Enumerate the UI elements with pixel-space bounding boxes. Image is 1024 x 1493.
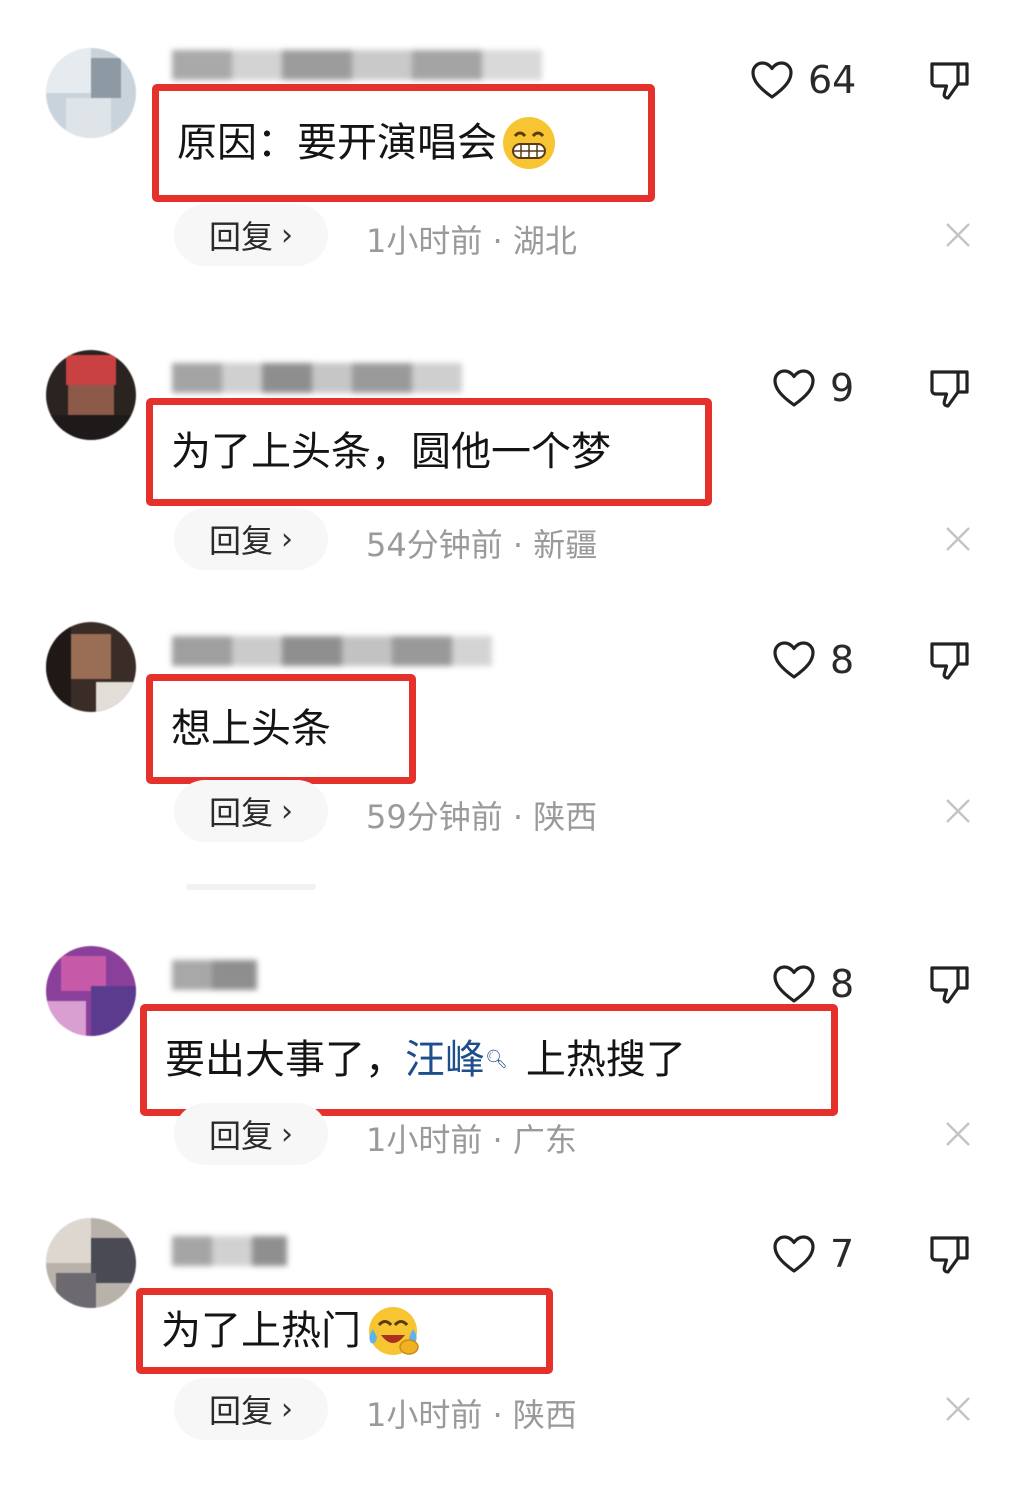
close-icon[interactable] [944, 797, 972, 825]
comment-time: 1小时前 [366, 1121, 483, 1159]
username-blurred[interactable] [172, 50, 542, 80]
comment-meta: 1小时前 · 陕西 [366, 1390, 577, 1436]
comment-content: 要出大事了， 汪峰 🔍︎ 上热搜了 [140, 1004, 838, 1116]
grinning-emoji-icon [503, 117, 555, 169]
comment-location: 陕西 [512, 1396, 577, 1434]
chevron-right-icon: › [281, 1391, 293, 1427]
like-count: 7 [830, 1232, 855, 1276]
thumbs-down-icon[interactable] [928, 58, 972, 102]
reply-button[interactable]: 回复 › [174, 204, 328, 266]
thumbs-down-icon[interactable] [928, 1232, 972, 1276]
thumbs-down-icon[interactable] [928, 962, 972, 1006]
comment-location: 广东 [512, 1121, 577, 1159]
reply-label: 回复 [208, 794, 273, 832]
chevron-right-icon: › [281, 521, 293, 557]
meta-separator: · [492, 1121, 513, 1159]
like-button[interactable]: 8 [772, 638, 854, 682]
like-button[interactable]: 8 [772, 962, 854, 1006]
comment-text: 要出大事了， [165, 1037, 405, 1083]
comment-content: 原因：要开演唱会 [152, 84, 655, 202]
reply-label: 回复 [208, 1117, 273, 1155]
hashtag-link[interactable]: 汪峰 [405, 1040, 485, 1080]
comment-location: 陕西 [533, 798, 598, 836]
heart-icon [773, 641, 815, 679]
reply-button[interactable]: 回复 › [174, 780, 328, 842]
comment-meta: 1小时前 · 广东 [366, 1115, 577, 1161]
comment-content: 想上头条 [146, 674, 416, 784]
thumbs-down-icon[interactable] [928, 638, 972, 682]
username-blurred[interactable] [172, 960, 257, 990]
comment-location: 新疆 [533, 526, 598, 564]
comment-meta: 1小时前 · 湖北 [366, 216, 577, 262]
comment-time: 1小时前 [366, 1396, 483, 1434]
comment-content: 为了上头条，圆他一个梦 [146, 398, 712, 506]
chevron-right-icon: › [281, 217, 293, 253]
username-blurred[interactable] [172, 636, 492, 666]
like-count: 9 [830, 366, 855, 410]
like-count: 8 [830, 962, 855, 1006]
comment-time: 54分钟前 [366, 526, 503, 564]
like-count: 64 [808, 58, 857, 102]
chevron-right-icon: › [281, 1116, 293, 1152]
avatar[interactable] [46, 1218, 136, 1308]
like-count: 8 [830, 638, 855, 682]
thumbs-down-icon[interactable] [928, 366, 972, 410]
meta-separator: · [512, 526, 534, 564]
reply-label: 回复 [208, 218, 273, 256]
close-icon[interactable] [944, 221, 972, 249]
username-blurred[interactable] [172, 363, 462, 393]
comment-meta: 54分钟前 · 新疆 [366, 520, 597, 566]
meta-separator: · [492, 222, 513, 260]
avatar[interactable] [46, 350, 136, 440]
avatar[interactable] [46, 48, 136, 138]
reply-label: 回复 [208, 1392, 273, 1430]
reply-button[interactable]: 回复 › [174, 1103, 328, 1165]
reply-button[interactable]: 回复 › [174, 1378, 328, 1440]
close-icon[interactable] [944, 1395, 972, 1423]
comment-content: 为了上热门 [136, 1288, 553, 1374]
meta-separator: · [512, 798, 534, 836]
heart-icon [773, 965, 815, 1003]
username-blurred[interactable] [172, 1236, 287, 1266]
like-button[interactable]: 64 [750, 58, 856, 102]
reply-button[interactable]: 回复 › [174, 508, 328, 570]
chevron-right-icon: › [281, 793, 293, 829]
avatar[interactable] [46, 622, 136, 712]
heart-icon [773, 1235, 815, 1273]
comment-location: 湖北 [512, 222, 577, 260]
close-icon[interactable] [944, 1120, 972, 1148]
comment-meta: 59分钟前 · 陕西 [366, 792, 597, 838]
like-button[interactable]: 9 [772, 366, 854, 410]
search-icon[interactable]: 🔍︎ [485, 1051, 508, 1069]
comment-text-after: 上热搜了 [525, 1037, 686, 1083]
meta-separator: · [492, 1396, 513, 1434]
avatar[interactable] [46, 946, 136, 1036]
comment-time: 1小时前 [366, 222, 483, 260]
reply-label: 回复 [208, 522, 273, 560]
like-button[interactable]: 7 [772, 1232, 854, 1276]
heart-icon [751, 61, 793, 99]
divider [186, 884, 316, 890]
heart-icon [773, 369, 815, 407]
close-icon[interactable] [944, 525, 972, 553]
comment-time: 59分钟前 [366, 798, 503, 836]
laughing-crying-emoji-icon [369, 1307, 419, 1355]
